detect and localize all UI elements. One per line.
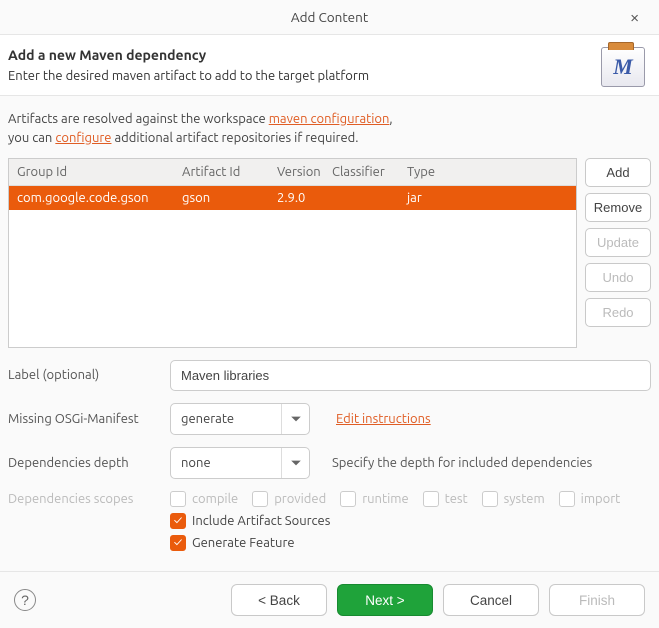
- scope-compile-checkbox: compile: [170, 491, 238, 507]
- chevron-down-icon: [281, 448, 309, 478]
- footer: ? < Back Next > Cancel Finish: [0, 571, 659, 628]
- col-group-id[interactable]: Group Id: [9, 159, 174, 186]
- depth-caption: Dependencies depth: [8, 456, 158, 470]
- maven-icon: M: [601, 47, 645, 87]
- help-icon[interactable]: ?: [14, 589, 36, 611]
- add-button[interactable]: Add: [585, 158, 651, 187]
- label-caption: Label (optional): [8, 368, 158, 382]
- configure-link[interactable]: configure: [55, 131, 111, 145]
- finish-button[interactable]: Finish: [549, 584, 645, 616]
- col-version[interactable]: Version: [269, 159, 324, 186]
- manifest-select[interactable]: generate: [170, 403, 310, 435]
- scope-provided-checkbox: provided: [252, 491, 326, 507]
- titlebar: Add Content ×: [0, 0, 659, 34]
- redo-button[interactable]: Redo: [585, 298, 651, 327]
- back-button[interactable]: < Back: [231, 584, 327, 616]
- col-type[interactable]: Type: [399, 159, 576, 186]
- col-artifact-id[interactable]: Artifact Id: [174, 159, 269, 186]
- header: Add a new Maven dependency Enter the des…: [0, 34, 659, 96]
- remove-button[interactable]: Remove: [585, 193, 651, 222]
- artifact-table[interactable]: Group Id Artifact Id Version Classifier …: [8, 158, 577, 348]
- dialog-title: Add Content: [291, 9, 368, 25]
- manifest-caption: Missing OSGi-Manifest: [8, 412, 158, 426]
- scope-runtime-checkbox: runtime: [340, 491, 408, 507]
- edit-instructions-link[interactable]: Edit instructions: [336, 412, 431, 426]
- update-button[interactable]: Update: [585, 228, 651, 257]
- scopes-caption: Dependencies scopes: [8, 492, 158, 506]
- next-button[interactable]: Next >: [337, 584, 433, 616]
- close-icon[interactable]: ×: [624, 9, 645, 28]
- label-input[interactable]: [170, 360, 651, 391]
- header-title: Add a new Maven dependency: [8, 47, 591, 63]
- depth-hint: Specify the depth for included dependenc…: [332, 456, 592, 470]
- col-classifier[interactable]: Classifier: [324, 159, 399, 186]
- info-text: Artifacts are resolved against the works…: [0, 96, 659, 158]
- undo-button[interactable]: Undo: [585, 263, 651, 292]
- cancel-button[interactable]: Cancel: [443, 584, 539, 616]
- scope-system-checkbox: system: [482, 491, 545, 507]
- chevron-down-icon: [281, 404, 309, 434]
- scope-import-checkbox: import: [559, 491, 621, 507]
- generate-feature-checkbox[interactable]: Generate Feature: [170, 535, 651, 551]
- maven-configuration-link[interactable]: maven configuration: [269, 112, 390, 126]
- include-sources-checkbox[interactable]: Include Artifact Sources: [170, 513, 651, 529]
- table-row[interactable]: com.google.code.gson gson 2.9.0 jar: [9, 185, 576, 210]
- scope-test-checkbox: test: [423, 491, 468, 507]
- depth-select[interactable]: none: [170, 447, 310, 479]
- header-subtitle: Enter the desired maven artifact to add …: [8, 69, 591, 83]
